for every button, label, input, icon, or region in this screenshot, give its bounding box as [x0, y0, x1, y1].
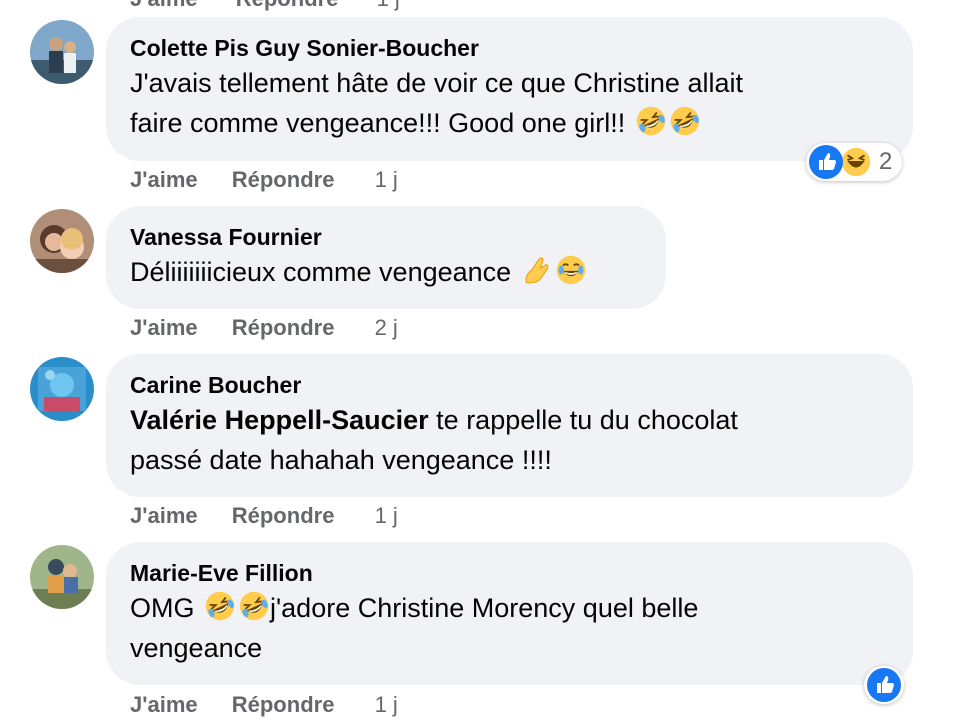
comment-actions: J'aime Répondre 1 j — [130, 167, 398, 193]
comment-actions: J'aime Répondre 1 j — [130, 692, 398, 718]
comment-text: OMG j'adore Christine Morency quel belle… — [130, 588, 889, 668]
like-link[interactable]: J'aime — [130, 315, 198, 340]
reply-link[interactable]: Répondre — [232, 167, 335, 192]
reply-link[interactable]: Répondre — [232, 315, 335, 340]
comment-bubble: Colette Pis Guy Sonier-Boucher J'avais t… — [106, 17, 913, 161]
like-link[interactable]: J'aime — [130, 0, 198, 11]
timestamp[interactable]: 1 j — [375, 167, 398, 192]
comment-bubble: Marie-Eve Fillion OMG j'adore Christine … — [106, 542, 913, 685]
like-reaction-icon — [867, 668, 901, 702]
reaction-summary[interactable]: 2 — [806, 143, 903, 181]
comment-text-line: faire comme vengeance!!! Good one girl!! — [130, 103, 889, 143]
joy-emoji — [555, 254, 587, 286]
avatar[interactable] — [30, 545, 94, 609]
comment-text: Valérie Heppell-Saucier te rappelle tu d… — [130, 400, 889, 480]
haha-reaction-icon — [839, 145, 873, 179]
timestamp[interactable]: 1 j — [375, 503, 398, 528]
rofl-emoji — [204, 590, 236, 622]
pinched-fingers-emoji — [521, 254, 553, 286]
comment-text-line: OMG j'adore Christine Morency quel belle — [130, 588, 889, 628]
comment-text: Déliiiiiiicieux comme vengeance — [130, 252, 642, 292]
comment-actions: J'aime Répondre 1 j — [130, 503, 398, 529]
avatar[interactable] — [30, 357, 94, 421]
rofl-emoji — [238, 590, 270, 622]
avatar[interactable] — [30, 20, 94, 84]
rofl-emoji — [635, 105, 667, 137]
timestamp[interactable]: 1 j — [377, 0, 400, 11]
comment-author[interactable]: Colette Pis Guy Sonier-Boucher — [130, 33, 889, 63]
comment-text: J'avais tellement hâte de voir ce que Ch… — [130, 63, 889, 143]
rofl-emoji — [669, 105, 701, 137]
avatar[interactable] — [30, 209, 94, 273]
reply-link[interactable]: Répondre — [232, 692, 335, 717]
reply-link[interactable]: Répondre — [236, 0, 339, 11]
comment-bubble: Vanessa Fournier Déliiiiiiicieux comme v… — [106, 206, 666, 309]
timestamp[interactable]: 1 j — [375, 692, 398, 717]
comment-actions: J'aime Répondre 2 j — [130, 315, 398, 341]
comment-text-line: vengeance — [130, 633, 263, 663]
reaction-summary[interactable] — [864, 666, 904, 704]
timestamp[interactable]: 2 j — [375, 315, 398, 340]
previous-comment-actions: J'aime Répondre 1 j — [130, 0, 432, 12]
reaction-count: 2 — [879, 148, 893, 175]
comment-text-line: Valérie Heppell-Saucier te rappelle tu d… — [130, 405, 738, 435]
comment-author[interactable]: Carine Boucher — [130, 370, 889, 400]
like-link[interactable]: J'aime — [130, 167, 198, 192]
comment-author[interactable]: Marie-Eve Fillion — [130, 558, 889, 588]
comment-text-line: J'avais tellement hâte de voir ce que Ch… — [130, 68, 743, 98]
like-link[interactable]: J'aime — [130, 503, 198, 528]
like-reaction-icon — [809, 145, 843, 179]
comment-text-line: passé date hahahah vengeance !!!! — [130, 445, 552, 475]
comment-bubble: Carine Boucher Valérie Heppell-Saucier t… — [106, 354, 913, 497]
user-mention[interactable]: Valérie Heppell-Saucier — [130, 405, 429, 435]
reply-link[interactable]: Répondre — [232, 503, 335, 528]
like-link[interactable]: J'aime — [130, 692, 198, 717]
comment-author[interactable]: Vanessa Fournier — [130, 222, 642, 252]
